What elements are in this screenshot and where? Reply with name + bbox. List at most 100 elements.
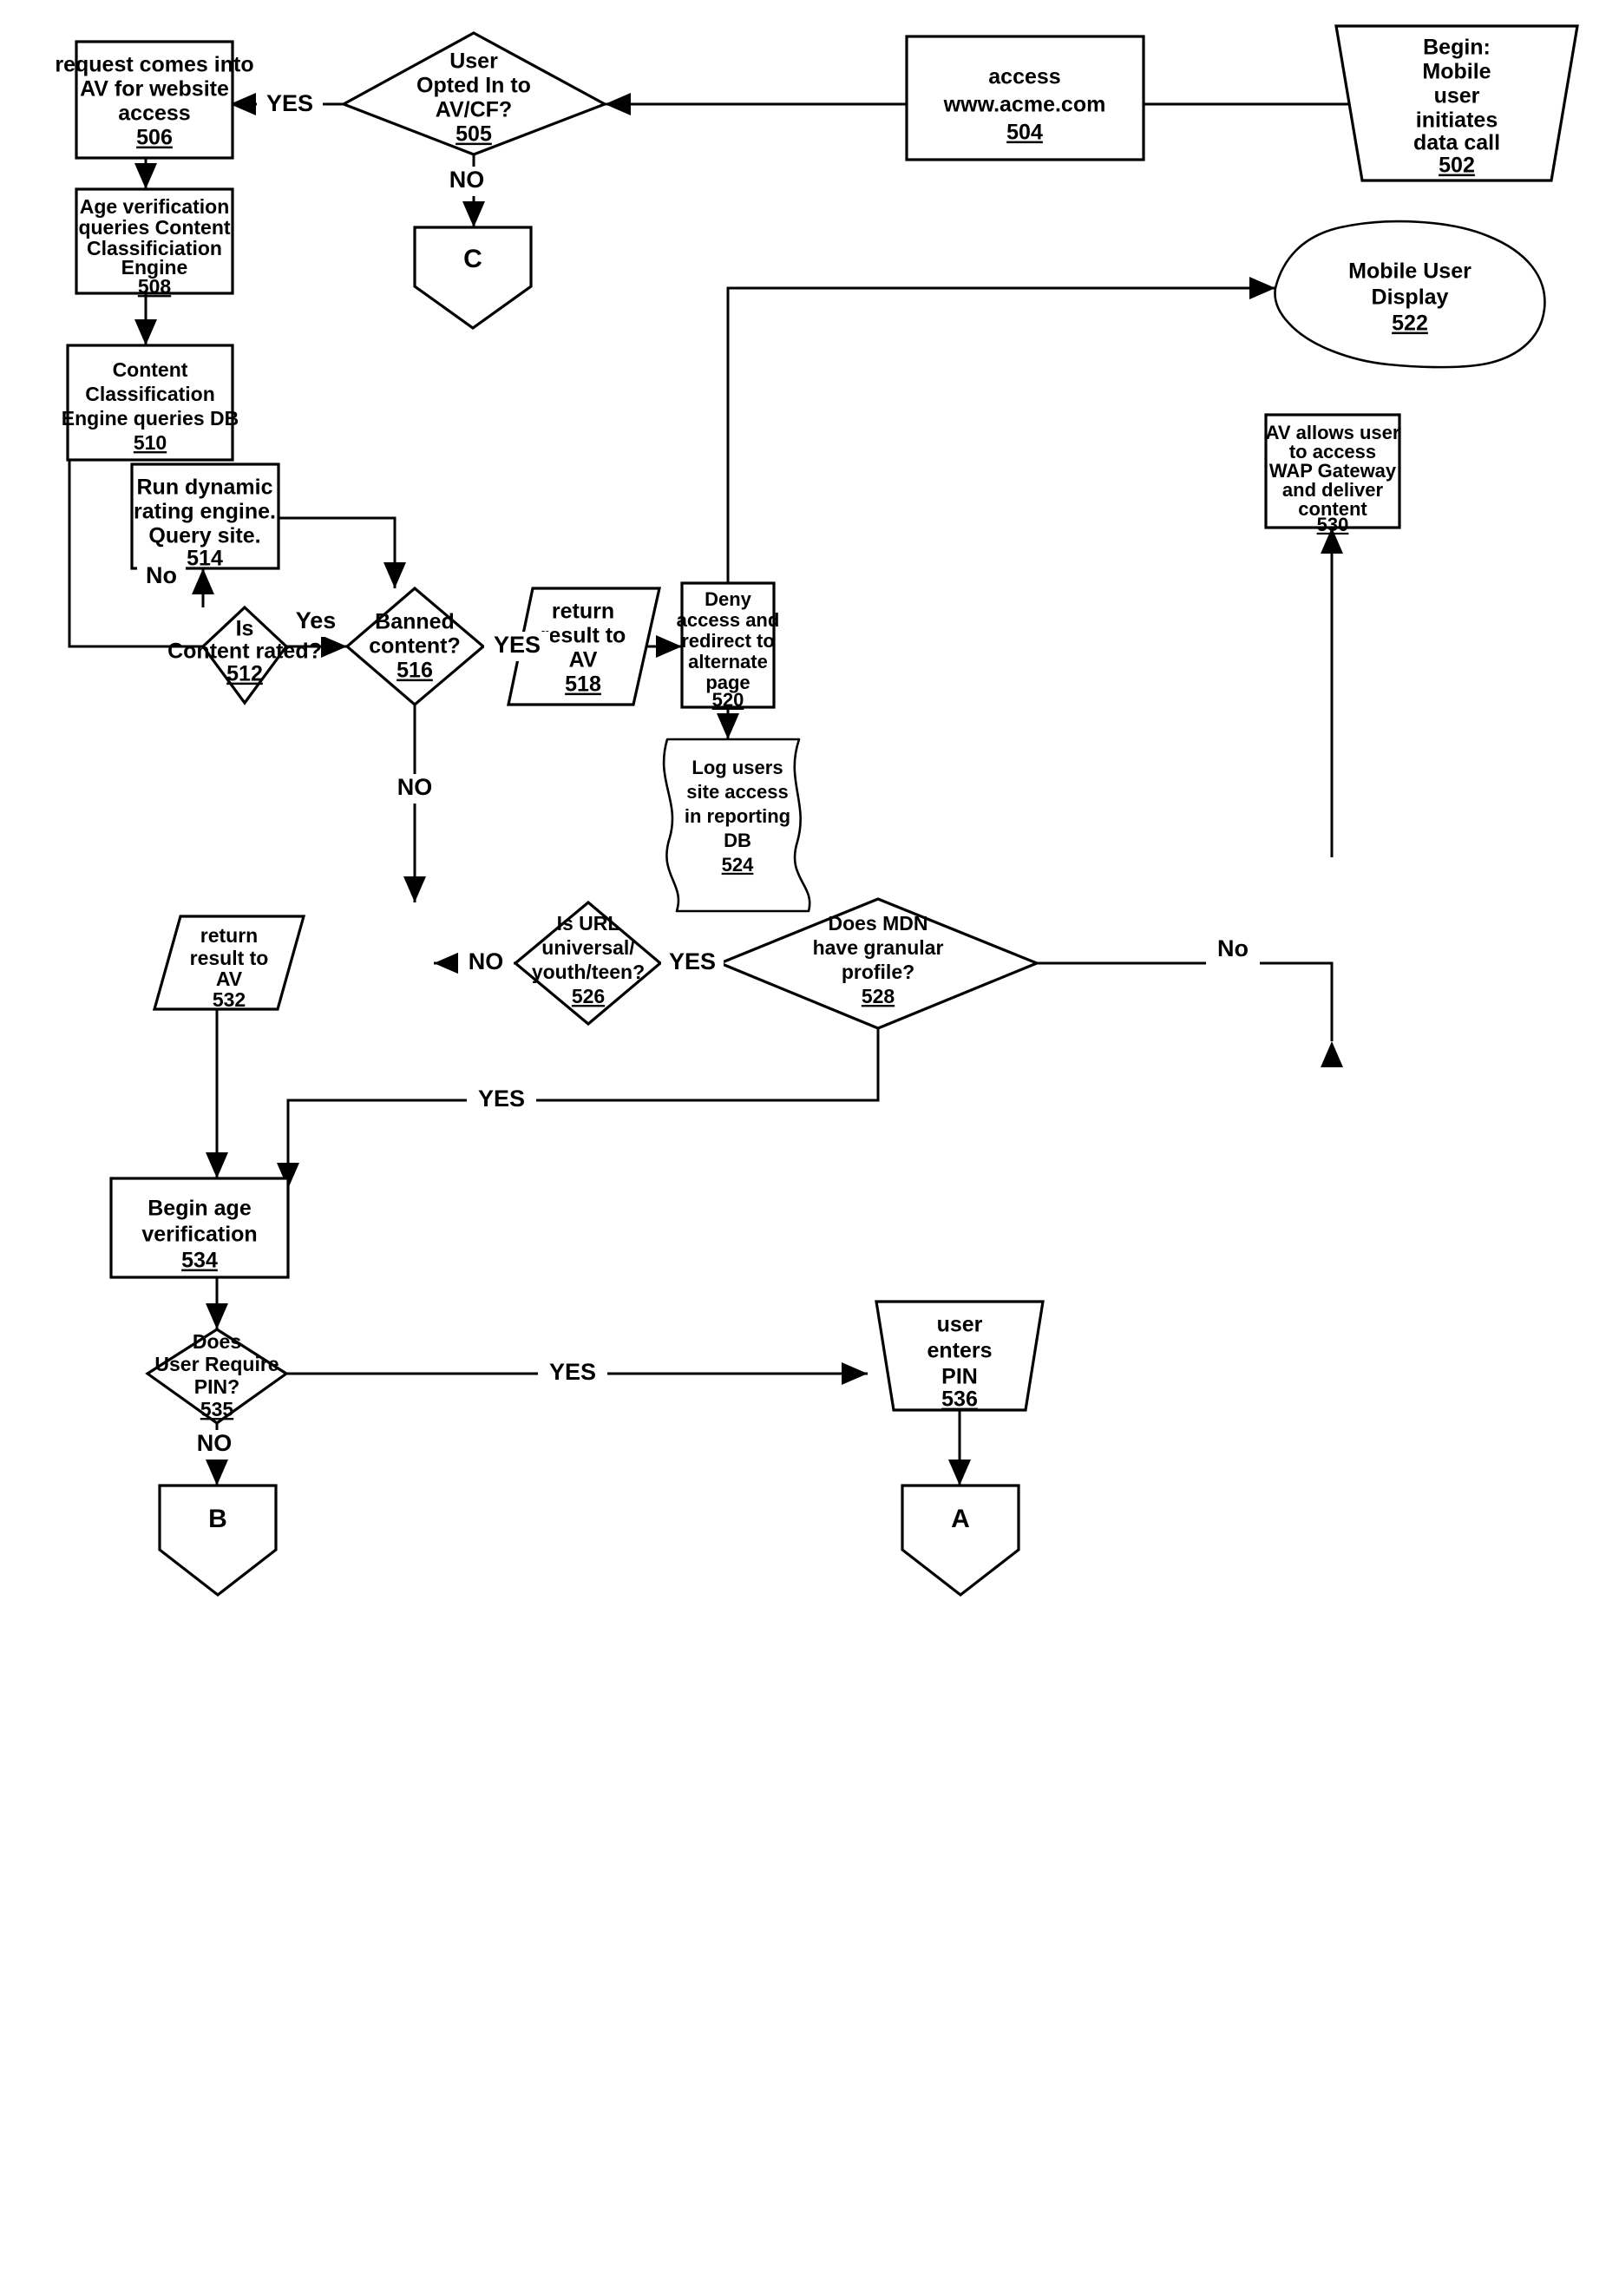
node-520-line-4: alternate — [688, 651, 768, 672]
node-514-line-3: Query site. — [148, 524, 260, 548]
edge-528-to-534-yes — [277, 1028, 880, 1189]
connector-a-label: A — [951, 1505, 970, 1533]
node-518-line-2: result to — [541, 624, 626, 648]
node-504[interactable]: access www.acme.com 504 — [905, 35, 1145, 161]
node-524-line-1: Log users — [692, 757, 783, 778]
node-506-line-3: access — [118, 102, 190, 126]
node-505-line-1: User — [449, 49, 498, 74]
svg-text:No: No — [146, 562, 177, 588]
node-516-line-1: Banned — [375, 610, 455, 634]
node-516-line-2: content? — [369, 634, 461, 659]
node-522-ref: 522 — [1392, 312, 1428, 336]
connector-c[interactable]: C — [413, 226, 533, 330]
node-530[interactable]: AV allows user to access WAP Gateway and… — [1264, 413, 1401, 535]
node-535-ref: 535 — [200, 1398, 234, 1420]
edge-label-yes-505: YES — [257, 90, 323, 120]
node-526-line-1: Is URL — [557, 912, 620, 935]
node-512-ref: 512 — [226, 662, 263, 686]
node-512-line-1: Is — [236, 617, 254, 641]
node-508-ref: 508 — [138, 275, 172, 298]
edge-label-no-505: NO — [441, 167, 493, 196]
node-510-line-3: Engine queries DB — [62, 407, 239, 430]
connector-b[interactable]: B — [158, 1484, 278, 1597]
node-522-line-2: Display — [1372, 285, 1449, 310]
node-505-line-2: Opted In to — [416, 74, 531, 98]
svg-text:YES: YES — [494, 632, 541, 658]
node-502[interactable]: Begin:Mobileuserinitiatesdata call502 — [1334, 24, 1579, 182]
svg-text:YES: YES — [266, 90, 313, 116]
node-504-ref: 504 — [1006, 121, 1043, 145]
node-520-ref: 520 — [712, 689, 744, 711]
node-532-line-1: return — [200, 924, 258, 947]
connector-b-label: B — [208, 1505, 227, 1533]
connector-a[interactable]: A — [901, 1484, 1020, 1597]
node-502-ref: 502 — [1439, 154, 1475, 178]
node-508[interactable]: Age verification queries Content Classif… — [75, 187, 234, 298]
node-520-line-2: access and — [677, 609, 780, 631]
node-502-line-1: Begin: — [1423, 36, 1491, 60]
edge-512-to-514-no — [192, 568, 214, 607]
flowchart-canvas: request comes into AV for website access… — [0, 0, 1619, 2296]
svg-text:NO: NO — [449, 167, 485, 193]
node-528-line-1: Does MDN — [828, 912, 927, 935]
node-526[interactable]: Is URL universal/ youth/teen? 526 — [513, 900, 663, 1027]
node-512-line-2: Content rated? — [167, 640, 322, 664]
node-535-line-1: Does — [193, 1330, 241, 1353]
node-534-ref: 534 — [181, 1249, 218, 1273]
node-502-line-4: initiates — [1416, 108, 1498, 133]
edge-label-yes-516: YES — [484, 632, 550, 661]
svg-text:YES: YES — [478, 1086, 525, 1112]
node-502-line-5: data call — [1413, 131, 1500, 155]
svg-text:Yes: Yes — [296, 607, 337, 633]
node-536-line-3: PIN — [941, 1365, 978, 1389]
edge-label-yes-526: YES — [661, 948, 724, 978]
node-505[interactable]: User Opted In to AV/CF? 505 — [340, 31, 608, 156]
node-508-line-2: queries Content — [78, 216, 230, 239]
node-516[interactable]: Banned content? 516 — [344, 586, 486, 707]
node-534[interactable]: Begin age verification 534 — [109, 1177, 290, 1279]
node-528[interactable]: Does MDN have granular profile? 528 — [716, 897, 1041, 1030]
node-536-line-2: enters — [927, 1339, 992, 1363]
node-524[interactable]: Log users site access in reporting DB 52… — [662, 738, 811, 913]
svg-text:YES: YES — [549, 1359, 596, 1385]
node-532-line-2: result to — [190, 947, 269, 969]
node-510-line-2: Classification — [85, 383, 215, 405]
node-532-ref: 532 — [213, 988, 246, 1011]
node-508-line-1: Age verification — [80, 195, 230, 218]
node-516-ref: 516 — [397, 659, 433, 683]
node-518-ref: 518 — [565, 672, 601, 697]
node-520[interactable]: Deny access and redirect to alternate pa… — [677, 581, 780, 711]
edge-532-to-534 — [206, 1009, 228, 1178]
edge-530-to-522 — [1321, 528, 1343, 857]
node-536[interactable]: user enters PIN 536 — [875, 1300, 1045, 1412]
node-518-line-1: return — [552, 600, 614, 624]
node-502-line-2: Mobile — [1422, 60, 1491, 84]
flowchart-svg: request comes into AV for website access… — [55, 24, 1579, 1597]
node-506[interactable]: request comes into AV for website access… — [55, 40, 254, 160]
edge-536-to-a — [948, 1410, 971, 1486]
edge-508-to-510 — [134, 293, 157, 345]
node-532-line-3: AV — [216, 968, 243, 990]
node-520-line-1: Deny — [705, 588, 752, 610]
node-514-line-1: Run dynamic — [137, 476, 273, 500]
svg-text:YES: YES — [669, 948, 716, 974]
node-522-line-1: Mobile User — [1348, 259, 1472, 284]
node-514[interactable]: Run dynamic rating engine. Query site. 5… — [130, 462, 280, 571]
node-535[interactable]: Does User Require PIN? 535 — [145, 1328, 289, 1425]
node-505-ref: 505 — [456, 122, 492, 147]
node-524-line-2: site access — [686, 781, 788, 803]
node-532[interactable]: return result to AV 532 — [152, 915, 306, 1011]
node-530-ref: 530 — [1317, 514, 1349, 535]
node-536-ref: 536 — [941, 1387, 978, 1412]
node-522[interactable]: Mobile User Display 522 — [1274, 220, 1546, 369]
edge-label-no-526: NO — [458, 948, 514, 978]
node-528-ref: 528 — [862, 985, 895, 1007]
node-535-line-2: User Require — [154, 1353, 279, 1375]
edge-label-no-512: No — [137, 562, 186, 592]
edge-520-to-524 — [717, 707, 739, 739]
edge-label-yes-528: YES — [467, 1086, 536, 1115]
node-528-line-2: have granular — [813, 936, 944, 959]
edge-520-up-to-522 — [726, 277, 1275, 583]
node-510[interactable]: Content Classification Engine queries DB… — [62, 344, 239, 462]
node-504-line-1: access — [988, 65, 1060, 89]
